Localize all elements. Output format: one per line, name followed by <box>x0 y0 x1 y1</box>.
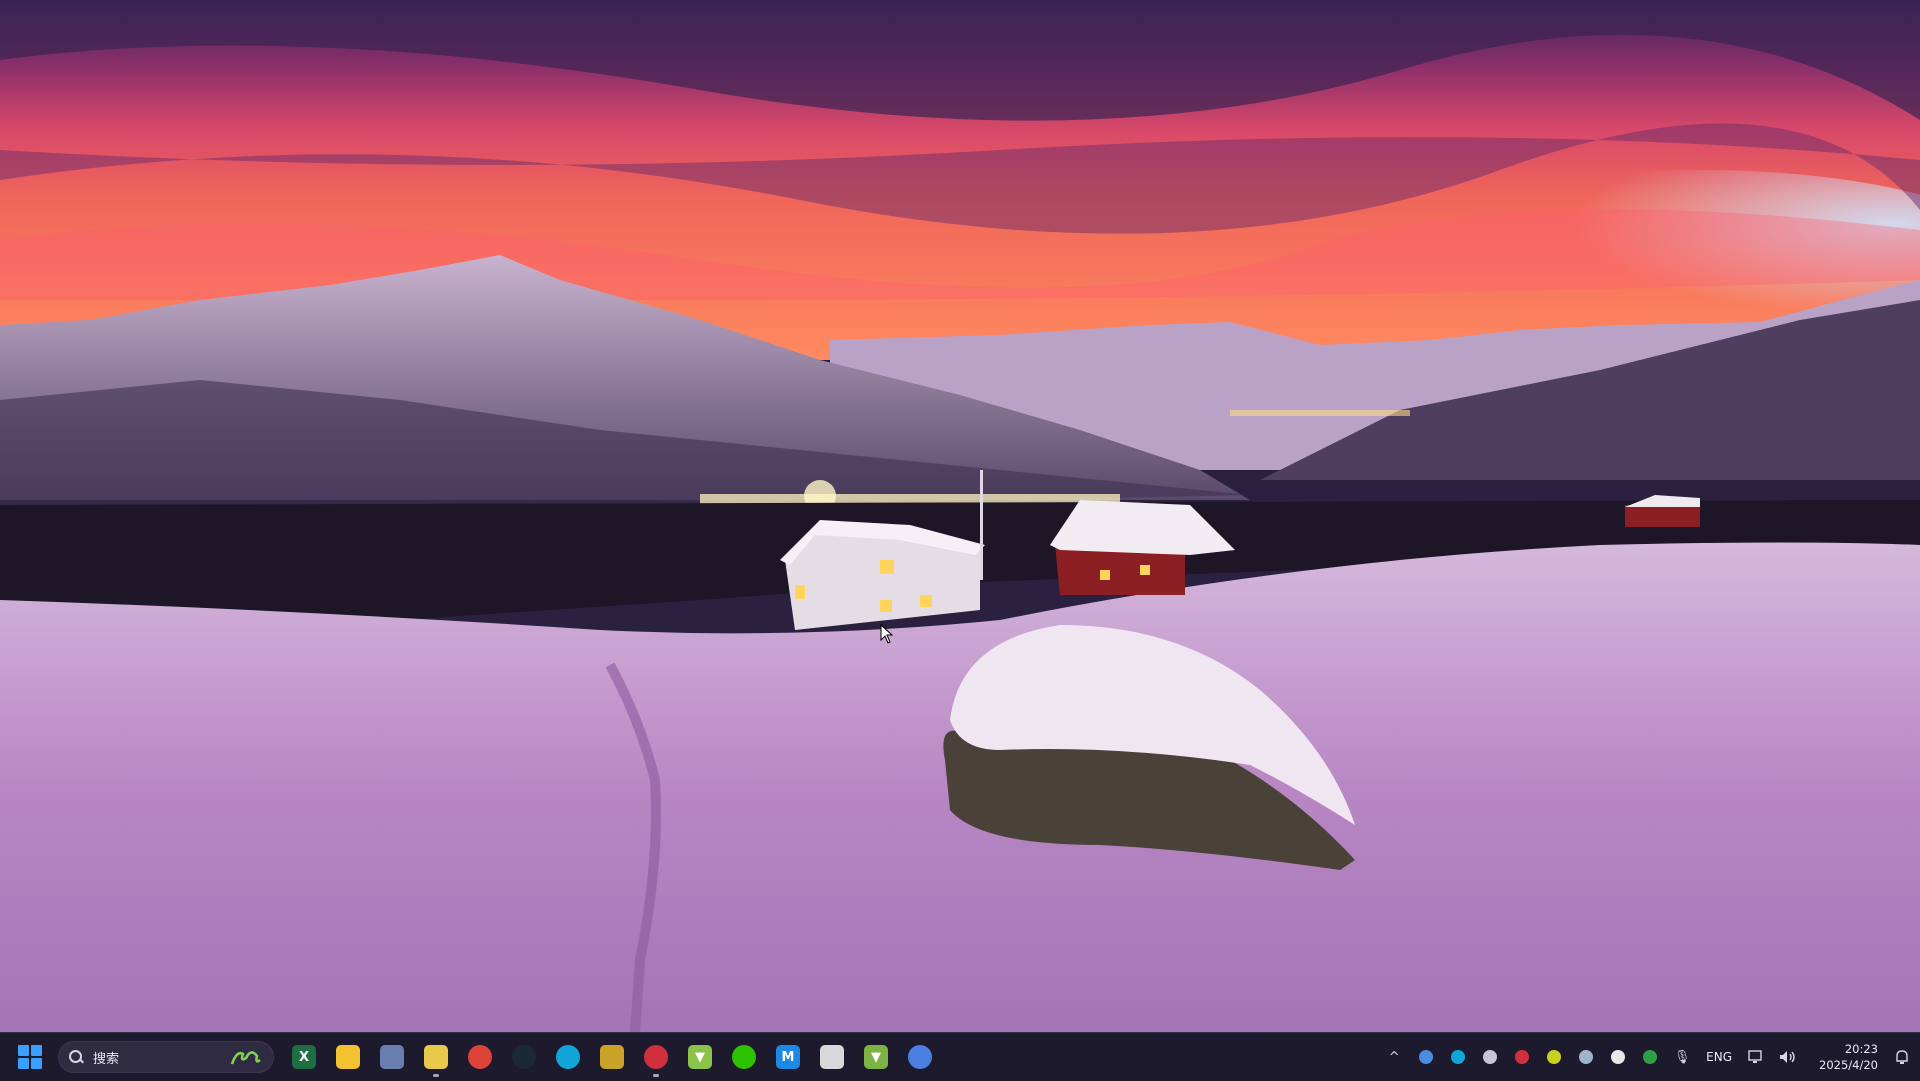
code-tray-icon-glyph <box>1643 1050 1658 1064</box>
mail-app-icon: M <box>776 1045 800 1069</box>
g-tray-icon[interactable] <box>1602 1033 1634 1081</box>
vector-tray-icon-glyph <box>1547 1050 1562 1064</box>
clock-time: 20:23 <box>1844 1042 1878 1056</box>
clock-date: 2025/4/20 <box>1819 1058 1878 1072</box>
search-placeholder: 搜索 <box>93 1051 120 1067</box>
vector-app-icon: ▼ <box>688 1045 712 1069</box>
notes-app-icon <box>424 1045 448 1069</box>
desktop-wallpaper <box>0 0 1920 1032</box>
running-indicator <box>433 1074 439 1077</box>
code-tray-icon[interactable] <box>1634 1033 1666 1081</box>
steam-app[interactable] <box>502 1035 546 1079</box>
vector-app[interactable]: ▼ <box>678 1035 722 1079</box>
wechat-app-icon <box>732 1045 756 1069</box>
taskbar: 搜索 X ▼ M ▼ ^ 🎙 ENG 20:23 2025/4/20 <box>0 1032 1920 1081</box>
mail-app[interactable]: M <box>766 1035 810 1079</box>
excel-app-icon: X <box>292 1045 316 1069</box>
language-indicator[interactable]: ENG <box>1698 1050 1740 1064</box>
ring-tray-icon-glyph <box>1451 1050 1466 1064</box>
g-tray-icon-glyph <box>1611 1050 1626 1064</box>
pinned-apps: X ▼ M ▼ <box>282 1033 942 1081</box>
windows-start-icon[interactable] <box>18 1045 42 1069</box>
excel-app[interactable]: X <box>282 1035 326 1079</box>
roblox-app[interactable] <box>810 1035 854 1079</box>
chrome-tray-icon-glyph <box>1419 1050 1434 1064</box>
game-tray-icon[interactable] <box>1506 1033 1538 1081</box>
file-explorer-app-icon <box>336 1045 360 1069</box>
notification-icon[interactable] <box>1884 1033 1920 1081</box>
vector-tray-icon[interactable] <box>1538 1033 1570 1081</box>
globe-app-icon <box>908 1045 932 1069</box>
system-tray: ^ 🎙 ENG 20:23 2025/4/20 <box>1378 1033 1920 1081</box>
notes-app[interactable] <box>414 1035 458 1079</box>
microphone-icon[interactable]: 🎙 <box>1666 1033 1698 1081</box>
volume-icon[interactable] <box>1772 1033 1804 1081</box>
avatar-app-icon <box>380 1045 404 1069</box>
vector-green-app[interactable]: ▼ <box>854 1035 898 1079</box>
list-tray-icon[interactable] <box>1474 1033 1506 1081</box>
chrome-app-icon <box>468 1045 492 1069</box>
ring-app-icon <box>556 1045 580 1069</box>
ring-app[interactable] <box>546 1035 590 1079</box>
mouse-cursor-icon <box>880 624 894 644</box>
network-icon[interactable] <box>1740 1033 1772 1081</box>
clock[interactable]: 20:23 2025/4/20 <box>1804 1041 1884 1073</box>
chrome-tray-icon[interactable] <box>1410 1033 1442 1081</box>
list-tray-icon-glyph <box>1483 1050 1498 1064</box>
ring-tray-icon[interactable] <box>1442 1033 1474 1081</box>
file-explorer-app[interactable] <box>326 1035 370 1079</box>
globe-app[interactable] <box>898 1035 942 1079</box>
search-icon <box>69 1050 83 1064</box>
steam-app-icon <box>512 1045 536 1069</box>
game-launcher-app-icon <box>644 1045 668 1069</box>
chevron-up-icon[interactable]: ^ <box>1378 1033 1410 1081</box>
shield-app[interactable] <box>590 1035 634 1079</box>
vector-green-app-icon: ▼ <box>864 1045 888 1069</box>
wechat-app[interactable] <box>722 1035 766 1079</box>
avatar-app[interactable] <box>370 1035 414 1079</box>
chrome-app[interactable] <box>458 1035 502 1079</box>
roblox-app-icon <box>820 1045 844 1069</box>
running-indicator <box>653 1074 659 1077</box>
game-tray-icon-glyph <box>1515 1050 1530 1064</box>
steam-tray-icon[interactable] <box>1570 1033 1602 1081</box>
steam-tray-icon-glyph <box>1579 1050 1594 1064</box>
shield-app-icon <box>600 1045 624 1069</box>
game-launcher-app[interactable] <box>634 1035 678 1079</box>
taskbar-search-box[interactable]: 搜索 <box>58 1041 274 1073</box>
search-highlight-icon <box>230 1051 261 1065</box>
